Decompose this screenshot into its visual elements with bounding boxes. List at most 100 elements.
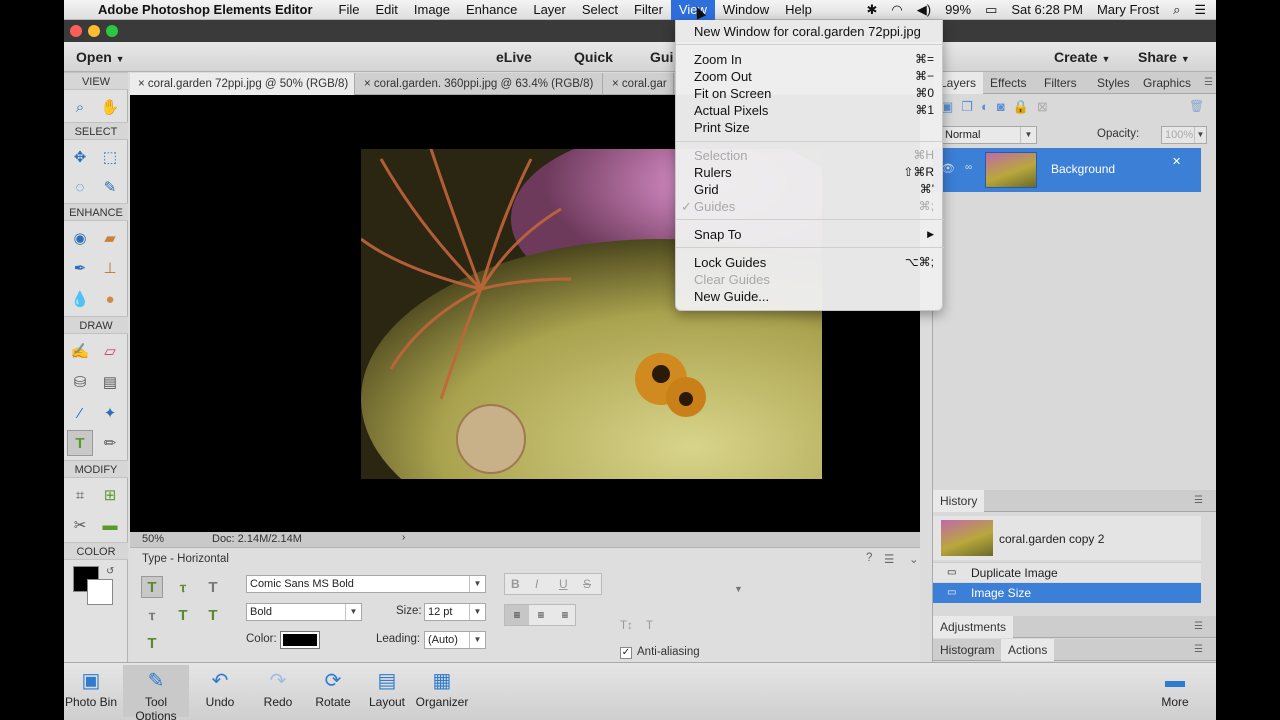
tool-options-button[interactable]: ✎ Tool Options	[123, 665, 189, 720]
organizer-button[interactable]: ▦ Organizer	[409, 669, 475, 709]
create-button[interactable]: Create ▼	[1054, 49, 1110, 65]
tab-styles[interactable]: Styles	[1090, 72, 1137, 94]
font-style-select[interactable]: Bold ▼	[246, 603, 362, 621]
clone-stamp-tool-icon[interactable]: ⊥	[97, 255, 123, 281]
wifi-icon[interactable]: ◠	[891, 2, 902, 18]
menu-layer[interactable]: Layer	[525, 0, 574, 20]
new-group-icon[interactable]: ❐	[961, 99, 981, 114]
menu-item-rulers[interactable]: Rulers ⇧⌘R	[676, 164, 944, 181]
mode-quick[interactable]: Quick	[574, 49, 613, 65]
chevron-down-icon[interactable]: ▼	[734, 584, 743, 594]
battery-icon[interactable]: ▭	[985, 2, 997, 18]
tab-coral-garden-72ppi[interactable]: × coral.garden 72ppi.jpg @ 50% (RGB/8)	[130, 73, 355, 95]
menu-item-fit-on-screen[interactable]: Fit on Screen ⌘0	[676, 85, 944, 102]
anti-aliasing-checkbox[interactable]: ✓	[620, 647, 632, 659]
menu-file[interactable]: File	[331, 0, 368, 20]
menu-item-print-size[interactable]: Print Size	[676, 119, 944, 136]
trash-icon[interactable]: 🗑	[1189, 99, 1204, 113]
close-tab-icon[interactable]: ×	[138, 78, 148, 90]
adjustment-layer-icon[interactable]: ◐	[981, 99, 997, 114]
photo-bin-button[interactable]: ▣ Photo Bin	[64, 669, 124, 709]
menu-help[interactable]: Help	[777, 0, 820, 20]
underline-icon[interactable]: U	[559, 577, 568, 591]
align-left-icon[interactable]: ≡	[505, 605, 529, 625]
lock-icon[interactable]: 🔒	[1013, 99, 1037, 114]
battery-percent[interactable]: 99%	[945, 2, 971, 17]
actions-menu-icon[interactable]: ☰	[1187, 639, 1210, 661]
blur-tool-icon[interactable]: 💧	[67, 286, 93, 312]
status-menu-arrow-icon[interactable]: ›	[402, 532, 405, 543]
layer-link-icon[interactable]: ∞	[965, 162, 972, 173]
tab-coral-garden-360ppi[interactable]: × coral.garden. 360ppi.jpg @ 63.4% (RGB/…	[356, 73, 603, 95]
zoom-level[interactable]: 50%	[142, 533, 164, 545]
eraser-tool-icon[interactable]: ▱	[97, 338, 123, 364]
align-right-icon[interactable]: ≡	[553, 605, 577, 625]
text-color-picker[interactable]	[280, 631, 320, 649]
spotlight-search-icon[interactable]: ⌕	[1173, 2, 1180, 18]
lock-all-icon[interactable]: ⊠	[1037, 99, 1056, 114]
spot-healing-tool-icon[interactable]: ▰	[97, 225, 123, 251]
new-layer-icon[interactable]: ▣	[941, 99, 961, 114]
add-mask-icon[interactable]: ◙	[997, 99, 1013, 114]
pencil-tool-icon[interactable]: ✏	[97, 430, 123, 456]
tab-history[interactable]: History	[933, 490, 985, 512]
share-button[interactable]: Share ▼	[1138, 49, 1190, 65]
brush-tool-icon[interactable]: ✍	[67, 338, 93, 364]
recompose-tool-icon[interactable]: ⊞	[97, 482, 123, 508]
clock[interactable]: Sat 6:28 PM	[1011, 2, 1083, 17]
menu-item-lock-guides[interactable]: Lock Guides ⌥⌘;	[676, 254, 944, 271]
italic-icon[interactable]: I	[535, 577, 538, 591]
quick-selection-tool-icon[interactable]: ✎	[97, 174, 123, 200]
close-tab-icon[interactable]: ×	[612, 78, 622, 90]
swap-colors-icon[interactable]: ↺	[106, 566, 114, 577]
close-window-icon[interactable]	[70, 25, 82, 37]
notification-center-icon[interactable]: ☰	[1194, 2, 1206, 18]
layer-lock-icon[interactable]: ✕	[1172, 155, 1181, 168]
crop-tool-icon[interactable]: ⌗	[67, 482, 93, 508]
tab-filters[interactable]: Filters	[1037, 72, 1084, 94]
tab-histogram[interactable]: Histogram	[933, 639, 1002, 661]
menu-item-zoom-in[interactable]: Zoom In ⌘=	[676, 51, 944, 68]
collapse-options-icon[interactable]: ⌄	[909, 552, 919, 566]
move-tool-icon[interactable]: ✥	[67, 144, 93, 170]
volume-icon[interactable]: ◀)	[917, 2, 931, 18]
close-tab-icon[interactable]: ×	[364, 78, 374, 90]
opacity-field[interactable]: 100% ▼	[1161, 126, 1207, 144]
horizontal-type-mask-icon[interactable]: T	[202, 576, 224, 598]
background-color-swatch[interactable]	[87, 579, 113, 605]
change-orientation-icon[interactable]: T	[646, 620, 653, 632]
history-menu-icon[interactable]: ☰	[1187, 490, 1210, 512]
mode-elive[interactable]: eLive	[496, 49, 532, 65]
tab-effects[interactable]: Effects	[983, 72, 1033, 94]
tab-coral-garden-3[interactable]: × coral.gar	[604, 73, 674, 95]
font-size-select[interactable]: 12 pt ▼	[424, 603, 486, 621]
vertical-type-icon[interactable]: ⲧ	[172, 576, 194, 598]
bold-icon[interactable]: B	[511, 577, 520, 591]
leading-select[interactable]: (Auto) ▼	[424, 631, 486, 649]
mode-guided[interactable]: Gui	[650, 49, 673, 65]
menu-select[interactable]: Select	[574, 0, 626, 20]
text-on-shape-icon[interactable]: T	[202, 604, 224, 626]
undo-button[interactable]: ↶ Undo	[187, 669, 253, 709]
menu-item-actual-pixels[interactable]: Actual Pixels ⌘1	[676, 102, 944, 119]
menu-item-new-guide[interactable]: New Guide...	[676, 288, 944, 305]
open-button[interactable]: Open ▼	[76, 49, 125, 65]
marquee-tool-icon[interactable]: ⬚	[97, 144, 123, 170]
sponge-tool-icon[interactable]: ●	[97, 286, 123, 312]
red-eye-tool-icon[interactable]: ◉	[67, 225, 93, 251]
font-family-select[interactable]: Comic Sans MS Bold ▼	[246, 575, 486, 593]
layer-row-background[interactable]: 👁 ∞ Background ✕	[933, 148, 1201, 192]
zoom-tool-icon[interactable]: ⌕	[67, 94, 93, 120]
paint-bucket-tool-icon[interactable]: ⛁	[67, 369, 93, 395]
text-on-selection-icon[interactable]: T	[172, 604, 194, 626]
menu-item-new-window[interactable]: New Window for coral.garden 72ppi.jpg	[676, 23, 944, 40]
zoom-window-icon[interactable]	[106, 25, 118, 37]
history-item-image-size[interactable]: ▭ Image Size	[933, 583, 1201, 603]
history-item-duplicate[interactable]: ▭ Duplicate Image	[933, 562, 1201, 582]
menu-item-guides[interactable]: ✓ Guides ⌘;	[676, 198, 944, 215]
align-center-icon[interactable]: ≡	[529, 605, 553, 625]
menu-item-zoom-out[interactable]: Zoom Out ⌘−	[676, 68, 944, 85]
help-icon[interactable]: ?	[866, 552, 872, 564]
menu-enhance[interactable]: Enhance	[458, 0, 525, 20]
panel-menu-icon[interactable]: ☰	[1197, 72, 1216, 94]
